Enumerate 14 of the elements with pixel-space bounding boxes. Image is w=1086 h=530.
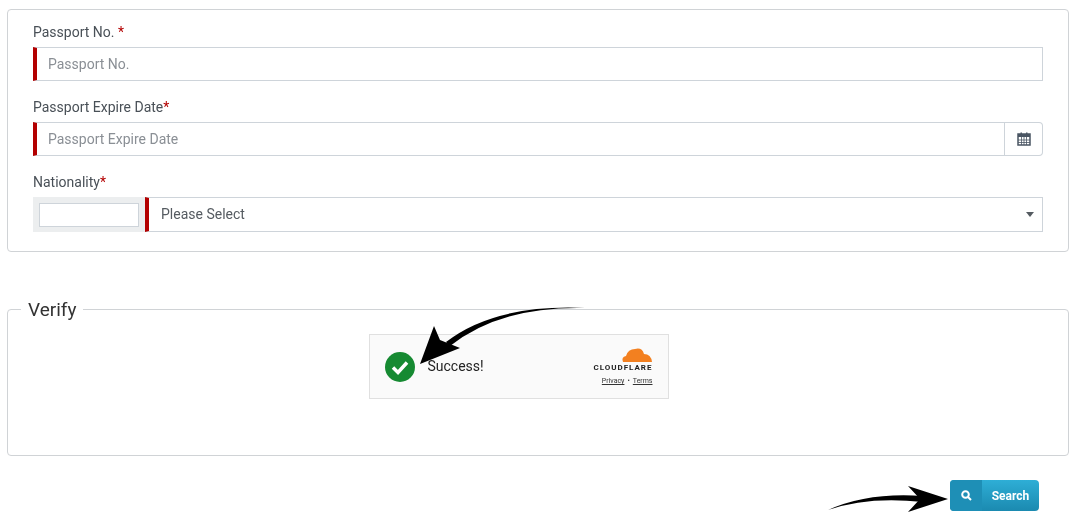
select-field[interactable]: Please Select bbox=[145, 197, 1043, 232]
status-text: Success! bbox=[427, 357, 485, 376]
field-label: Passport No. * bbox=[33, 24, 124, 40]
caret-icon bbox=[1026, 212, 1034, 217]
calendar-icon bbox=[1016, 132, 1031, 146]
text-field[interactable]: Passport No. bbox=[33, 47, 1043, 81]
field-label: Passport Expire Date* bbox=[33, 99, 170, 115]
calendar-button[interactable] bbox=[1005, 122, 1043, 156]
date-field[interactable]: Passport Expire Date bbox=[33, 122, 1005, 156]
code-field[interactable] bbox=[39, 202, 139, 227]
brand-name: CLOUDFLARE bbox=[593, 363, 653, 374]
search-icon bbox=[960, 490, 972, 501]
check-circle-icon bbox=[384, 351, 415, 382]
field-label: Nationality* bbox=[33, 174, 106, 190]
